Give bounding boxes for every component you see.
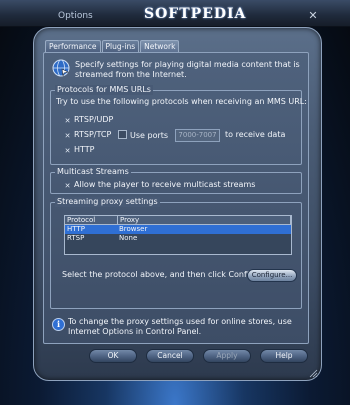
tab-performance[interactable]: Performance bbox=[45, 40, 101, 52]
tab-network[interactable]: Network bbox=[140, 40, 180, 52]
rtsp-udp-label: RTSP/UDP bbox=[74, 115, 114, 124]
resize-grip-icon[interactable] bbox=[308, 368, 318, 378]
title-bar: Options SOFTPEDIA ✕ bbox=[0, 0, 350, 27]
column-header-proxy[interactable]: Proxy bbox=[118, 216, 291, 225]
info-icon: i bbox=[52, 318, 65, 331]
rtsp-udp-option[interactable]: ✕ RTSP/UDP bbox=[64, 115, 114, 125]
network-panel: Specify settings for playing digital med… bbox=[43, 52, 309, 344]
rtsp-udp-checkbox[interactable]: ✕ bbox=[64, 118, 71, 125]
options-dialog: Performance Plug-ins Network Specify set… bbox=[33, 27, 322, 381]
http-option[interactable]: ✕ HTTP bbox=[64, 145, 95, 155]
wmp-network-icon bbox=[52, 59, 70, 77]
table-row[interactable]: HTTP Browser bbox=[65, 225, 291, 234]
ok-button[interactable]: OK bbox=[89, 349, 137, 363]
multicast-legend: Multicast Streams bbox=[55, 167, 131, 177]
mms-protocols-group: Protocols for MMS URLs Try to use the fo… bbox=[50, 85, 307, 165]
apply-button[interactable]: Apply bbox=[203, 349, 251, 363]
multicast-checkbox[interactable]: ✕ bbox=[64, 183, 71, 190]
configure-button[interactable]: Configure... bbox=[247, 269, 297, 282]
proxy-instruction: Select the protocol above, and then clic… bbox=[62, 270, 270, 279]
cancel-button[interactable]: Cancel bbox=[146, 349, 194, 363]
mms-hint: Try to use the following protocols when … bbox=[56, 97, 307, 106]
watermark-logo: SOFTPEDIA bbox=[144, 6, 247, 22]
help-button[interactable]: Help bbox=[260, 349, 308, 363]
column-header-protocol[interactable]: Protocol bbox=[65, 216, 118, 225]
use-ports-checkbox[interactable] bbox=[118, 130, 127, 139]
info-text: To change the proxy settings used for on… bbox=[68, 317, 292, 336]
row-protocol: RTSP bbox=[67, 234, 85, 242]
http-checkbox[interactable]: ✕ bbox=[64, 148, 71, 155]
use-ports-option[interactable]: Use ports bbox=[118, 130, 168, 141]
row-proxy: None bbox=[119, 234, 138, 242]
proxy-table-header: Protocol Proxy bbox=[65, 216, 291, 225]
window-title: Options bbox=[58, 11, 93, 21]
rtsp-tcp-checkbox[interactable]: ✕ bbox=[64, 133, 71, 140]
multicast-label: Allow the player to receive multicast st… bbox=[74, 180, 256, 189]
mms-legend: Protocols for MMS URLs bbox=[55, 85, 153, 95]
multicast-option[interactable]: ✕ Allow the player to receive multicast s… bbox=[64, 180, 256, 190]
rtsp-tcp-label: RTSP/TCP bbox=[74, 130, 112, 139]
intro-text: Specify settings for playing digital med… bbox=[75, 60, 300, 79]
tab-plug-ins[interactable]: Plug-ins bbox=[101, 40, 140, 52]
use-ports-label: Use ports bbox=[130, 131, 169, 140]
table-row[interactable]: RTSP None bbox=[65, 234, 291, 243]
tab-strip: Performance Plug-ins Network bbox=[45, 40, 180, 52]
close-icon[interactable]: ✕ bbox=[306, 9, 320, 23]
rtsp-tcp-option[interactable]: ✕ RTSP/TCP bbox=[64, 130, 112, 140]
row-proxy: Browser bbox=[119, 225, 148, 233]
multicast-group: Multicast Streams ✕ Allow the player to r… bbox=[50, 167, 302, 194]
ports-input[interactable]: 7000-7007 bbox=[175, 129, 220, 142]
receive-data-label: to receive data bbox=[225, 130, 286, 139]
http-label: HTTP bbox=[74, 145, 95, 154]
proxy-group: Streaming proxy settings Protocol Proxy … bbox=[50, 197, 302, 309]
proxy-legend: Streaming proxy settings bbox=[55, 197, 160, 207]
proxy-table[interactable]: Protocol Proxy HTTP Browser RTSP None bbox=[64, 215, 292, 255]
row-protocol: HTTP bbox=[67, 225, 85, 233]
